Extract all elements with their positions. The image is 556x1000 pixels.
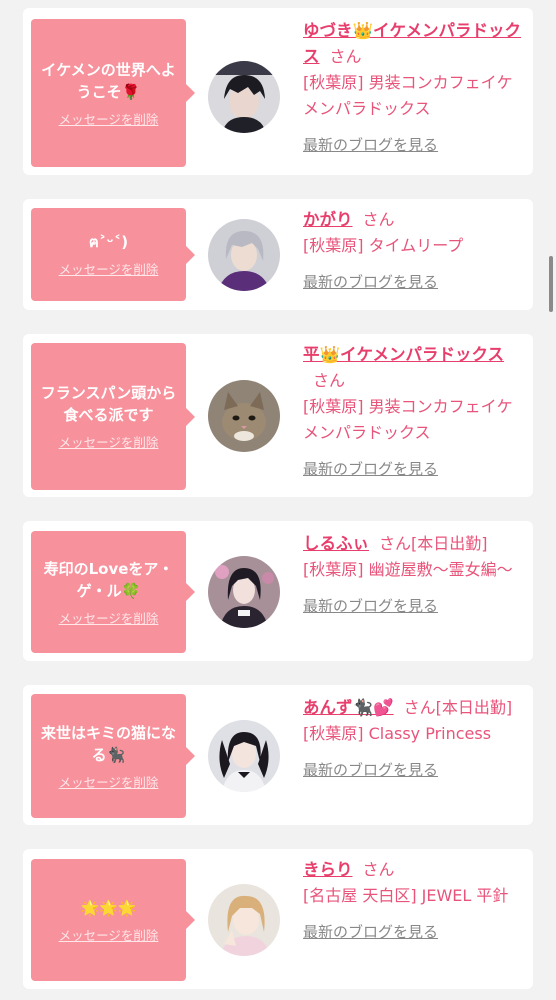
twin-tail-girl-avatar-icon <box>208 720 280 792</box>
delete-message-link[interactable]: メッセージを削除 <box>59 432 159 451</box>
message-text: 🌟🌟🌟 <box>80 898 137 917</box>
message-text: 寿印のLoveをア・ゲ・ル🍀 <box>43 559 174 600</box>
dark-hair-man-avatar-icon <box>208 61 280 133</box>
latest-blog-link[interactable]: 最新のブログを見る <box>303 269 438 295</box>
shop-info: [名古屋 天白区] JEWEL 平針 <box>303 886 509 905</box>
latest-blog-link[interactable]: 最新のブログを見る <box>303 593 438 619</box>
message-bubble: 🌟🌟🌟 メッセージを削除 <box>31 859 195 981</box>
message-text: ฅ˃ᵕ˂) <box>88 233 129 251</box>
message-card: フランスパン頭から食べる派です メッセージを削除 平👑イケメンパラドックスさん … <box>23 334 533 497</box>
message-text: フランスパン頭から食べる派です <box>40 384 177 424</box>
cat-avatar-icon <box>208 380 280 452</box>
avatar[interactable] <box>208 884 280 956</box>
delete-message-link[interactable]: メッセージを削除 <box>59 772 159 791</box>
delete-message-link[interactable]: メッセージを削除 <box>59 925 159 944</box>
honorific: さん <box>313 371 346 390</box>
blonde-girl-avatar-icon <box>208 884 280 956</box>
shop-info: [秋葉原] タイムリープ <box>303 236 464 255</box>
shop-info: [秋葉原] 幽遊屋敷〜霊女編〜 <box>303 560 513 579</box>
work-status: [本日出勤] <box>435 698 513 717</box>
message-bubble: イケメンの世界へようこそ🌹 メッセージを削除 <box>31 19 195 167</box>
avatar[interactable] <box>208 556 280 628</box>
message-card: 寿印のLoveをア・ゲ・ル🍀 メッセージを削除 しるふぃ さん[本日出勤] [秋葉… <box>23 521 533 661</box>
avatar[interactable] <box>208 720 280 792</box>
honorific: さん <box>362 860 395 879</box>
honorific: さん <box>403 698 436 717</box>
gothic-girl-avatar-icon <box>208 556 280 628</box>
message-card: 来世はキミの猫になる🐈‍⬛ メッセージを削除 あんず🐈‍⬛💕 さん[本日出勤] [… <box>23 685 533 825</box>
latest-blog-link[interactable]: 最新のブログを見る <box>303 757 438 783</box>
silver-hair-avatar-icon <box>208 219 280 291</box>
cast-info: 平👑イケメンパラドックスさん [秋葉原] 男装コンカフェイケメンパラドックス 最… <box>303 342 528 482</box>
message-bubble: フランスパン頭から食べる派です メッセージを削除 <box>31 343 195 490</box>
message-text: 来世はキミの猫になる🐈‍⬛ <box>40 723 176 764</box>
cast-info: かがり さん [秋葉原] タイムリープ 最新のブログを見る <box>303 207 528 295</box>
message-bubble: 寿印のLoveをア・ゲ・ル🍀 メッセージを削除 <box>31 531 195 653</box>
shop-info: [秋葉原] Classy Princess <box>303 724 492 743</box>
work-status: [本日出勤] <box>411 534 488 553</box>
message-card: イケメンの世界へようこそ🌹 メッセージを削除 ゆづき👑イケメンパラドックス さん … <box>23 8 533 175</box>
cast-info: あんず🐈‍⬛💕 さん[本日出勤] [秋葉原] Classy Princess 最新… <box>303 695 528 783</box>
scrollbar-thumb[interactable] <box>549 256 553 312</box>
latest-blog-link[interactable]: 最新のブログを見る <box>303 919 438 945</box>
message-bubble: 来世はキミの猫になる🐈‍⬛ メッセージを削除 <box>31 694 195 818</box>
cast-info: きらり さん [名古屋 天白区] JEWEL 平針 最新のブログを見る <box>303 857 528 945</box>
message-list: イケメンの世界へようこそ🌹 メッセージを削除 ゆづき👑イケメンパラドックス さん … <box>0 0 556 1000</box>
delete-message-link[interactable]: メッセージを削除 <box>59 109 159 128</box>
latest-blog-link[interactable]: 最新のブログを見る <box>303 132 438 158</box>
cast-name-link[interactable]: かがり <box>303 210 353 229</box>
message-card: ฅ˃ᵕ˂) メッセージを削除 かがり さん [秋葉原] タイムリープ 最新のブログ… <box>23 199 533 310</box>
cast-info: ゆづき👑イケメンパラドックス さん [秋葉原] 男装コンカフェイケメンパラドックス… <box>303 18 528 158</box>
latest-blog-link[interactable]: 最新のブログを見る <box>303 456 438 482</box>
honorific: さん <box>362 210 395 229</box>
avatar[interactable] <box>208 380 280 452</box>
message-bubble: ฅ˃ᵕ˂) メッセージを削除 <box>31 208 195 301</box>
delete-message-link[interactable]: メッセージを削除 <box>59 608 159 627</box>
cast-name-link[interactable]: あんず🐈‍⬛💕 <box>303 698 394 717</box>
shop-info: [秋葉原] 男装コンカフェイケメンパラドックス <box>303 397 513 442</box>
shop-info: [秋葉原] 男装コンカフェイケメンパラドックス <box>303 73 513 118</box>
message-card: 🌟🌟🌟 メッセージを削除 きらり さん [名古屋 天白区] JEWEL 平針 最新… <box>23 849 533 989</box>
avatar[interactable] <box>208 219 280 291</box>
message-text: イケメンの世界へようこそ🌹 <box>41 60 176 101</box>
honorific: さん <box>379 534 412 553</box>
cast-info: しるふぃ さん[本日出勤] [秋葉原] 幽遊屋敷〜霊女編〜 最新のブログを見る <box>303 531 528 619</box>
cast-name-link[interactable]: 平👑イケメンパラドックス <box>303 345 504 364</box>
cast-name-link[interactable]: しるふぃ <box>303 534 369 553</box>
cast-name-link[interactable]: きらり <box>303 860 353 879</box>
delete-message-link[interactable]: メッセージを削除 <box>59 259 159 278</box>
honorific: さん <box>329 47 362 66</box>
avatar[interactable] <box>208 61 280 133</box>
